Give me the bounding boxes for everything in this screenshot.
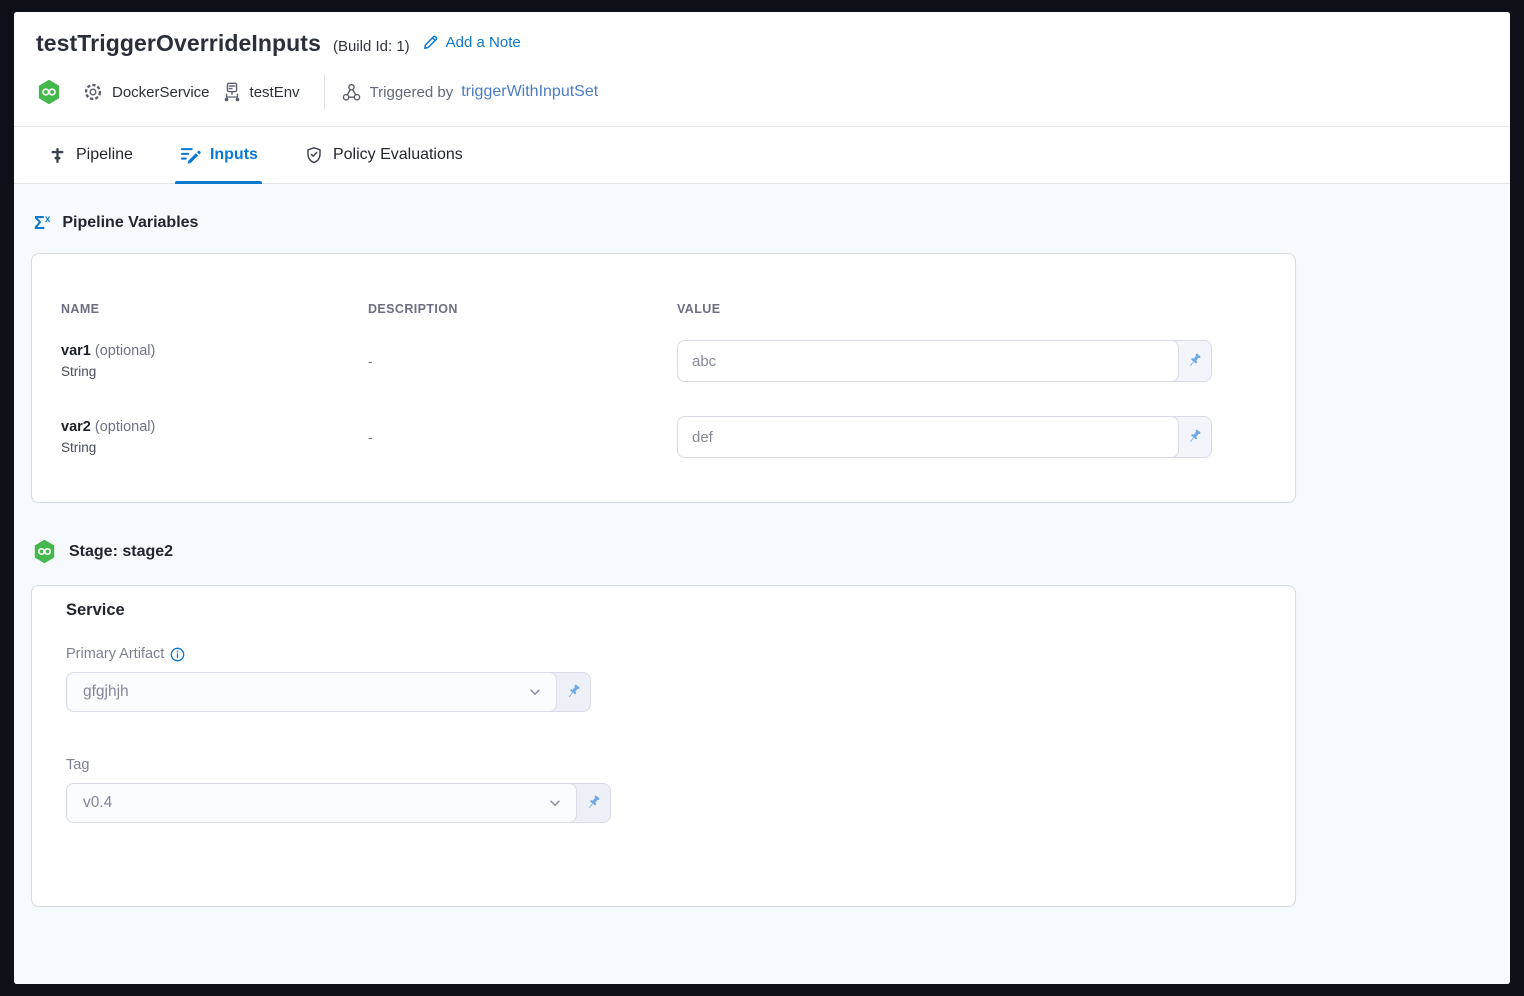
triggered-by-label: Triggered by <box>370 84 454 101</box>
variable-optional-label: (optional) <box>95 343 155 359</box>
variable-name-cell: var1 (optional) String <box>61 343 368 379</box>
pin-input-button[interactable] <box>1177 341 1211 381</box>
variable-name-cell: var2 (optional) String <box>61 419 368 455</box>
service-meta: DockerService <box>82 81 210 103</box>
shield-check-icon <box>304 145 324 166</box>
window-frame: testTriggerOverrideInputs (Build Id: 1) … <box>0 0 1524 996</box>
pin-input-button[interactable] <box>576 784 610 822</box>
meta-row: DockerService testEnv <box>36 74 1486 110</box>
tab-pipeline-label: Pipeline <box>76 146 133 164</box>
variable-value-input[interactable] <box>677 340 1179 382</box>
column-header-name: NAME <box>61 302 368 316</box>
environment-icon <box>222 81 242 103</box>
meta-divider <box>324 74 325 110</box>
sigma-variables-icon: Σx <box>34 214 50 232</box>
primary-artifact-value: gfgjhjh <box>83 683 129 701</box>
tab-bar: Pipeline Inputs <box>14 126 1510 184</box>
tag-select[interactable]: v0.4 <box>66 783 577 823</box>
service-card-title: Service <box>66 601 1261 620</box>
primary-artifact-select-group: gfgjhjh <box>66 672 591 712</box>
pin-input-button[interactable] <box>1177 417 1211 457</box>
variable-value-group <box>677 340 1212 382</box>
column-header-description: DESCRIPTION <box>368 302 677 316</box>
service-card: Service Primary Artifact gfgjhjh <box>31 585 1296 907</box>
build-id-label: (Build Id: 1) <box>333 38 410 55</box>
execution-header: testTriggerOverrideInputs (Build Id: 1) … <box>14 12 1510 184</box>
tab-policy-evaluations-label: Policy Evaluations <box>333 146 463 164</box>
variables-table-header: NAME DESCRIPTION VALUE <box>61 302 1266 316</box>
tab-inputs[interactable]: Inputs <box>179 127 258 183</box>
variable-description: - <box>368 429 677 445</box>
variable-row-var1: var1 (optional) String - <box>61 340 1266 382</box>
pipeline-variables-heading: Σx Pipeline Variables <box>34 214 1510 232</box>
add-note-button[interactable]: Add a Note <box>422 34 521 51</box>
variable-type: String <box>61 364 368 379</box>
primary-artifact-label: Primary Artifact <box>66 646 164 662</box>
variable-value-input[interactable] <box>677 416 1179 458</box>
variable-optional-label: (optional) <box>95 419 155 435</box>
page-title: testTriggerOverrideInputs <box>36 30 321 57</box>
inputs-icon <box>179 145 201 165</box>
info-icon[interactable] <box>170 647 185 662</box>
tab-pipeline[interactable]: Pipeline <box>48 127 133 183</box>
pipeline-variables-title: Pipeline Variables <box>62 214 198 232</box>
variable-type: String <box>61 440 368 455</box>
chevron-down-icon <box>528 685 542 699</box>
gear-icon <box>82 81 104 103</box>
trigger-name-link[interactable]: triggerWithInputSet <box>461 83 598 101</box>
variable-description: - <box>368 353 677 369</box>
stage-title: Stage: stage2 <box>69 543 173 561</box>
webhook-trigger-icon <box>341 82 362 103</box>
variable-value-group <box>677 416 1212 458</box>
inputs-tab-content: Σx Pipeline Variables NAME DESCRIPTION V… <box>14 184 1510 984</box>
add-note-label: Add a Note <box>446 34 521 51</box>
tag-label: Tag <box>66 757 89 773</box>
cd-module-icon <box>36 79 62 105</box>
cd-stage-icon <box>32 539 57 564</box>
title-row: testTriggerOverrideInputs (Build Id: 1) … <box>36 30 1486 57</box>
app-window: testTriggerOverrideInputs (Build Id: 1) … <box>14 12 1510 984</box>
pipeline-icon <box>48 145 67 166</box>
primary-artifact-select[interactable]: gfgjhjh <box>66 672 557 712</box>
pipeline-variables-card: NAME DESCRIPTION VALUE var1 (optional) S… <box>31 253 1296 503</box>
service-name-label: DockerService <box>112 84 210 101</box>
pin-input-button[interactable] <box>556 673 590 711</box>
chevron-down-icon <box>548 796 562 810</box>
trigger-meta: Triggered by triggerWithInputSet <box>341 82 599 103</box>
variable-name: var1 <box>61 343 91 359</box>
column-header-value: VALUE <box>677 302 1266 316</box>
variable-name: var2 <box>61 419 91 435</box>
tag-label-row: Tag <box>66 757 1261 773</box>
stage-heading: Stage: stage2 <box>32 539 1510 564</box>
tab-policy-evaluations[interactable]: Policy Evaluations <box>304 127 463 183</box>
variable-row-var2: var2 (optional) String - <box>61 416 1266 458</box>
tab-inputs-label: Inputs <box>210 146 258 164</box>
tag-value: v0.4 <box>83 794 112 812</box>
tag-select-group: v0.4 <box>66 783 611 823</box>
primary-artifact-label-row: Primary Artifact <box>66 646 1261 662</box>
pencil-icon <box>422 34 439 51</box>
environment-name-label: testEnv <box>250 84 300 101</box>
environment-meta: testEnv <box>222 81 300 103</box>
